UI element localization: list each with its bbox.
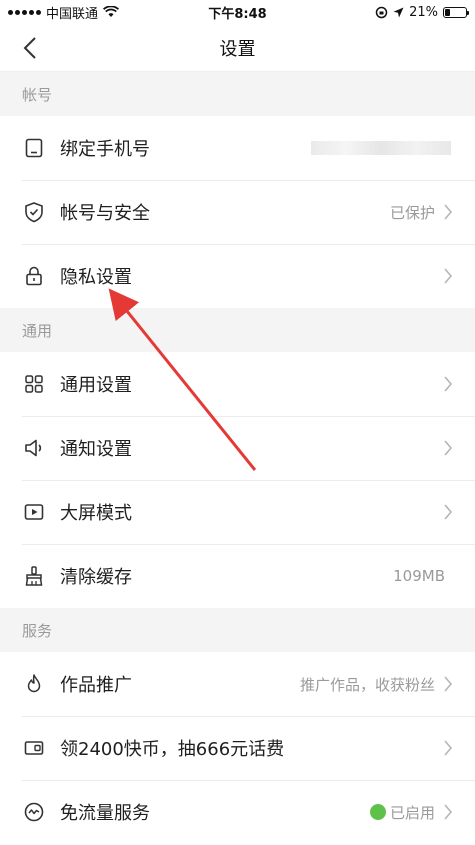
row-label: 大屏模式: [60, 503, 132, 524]
chevron-right-icon: [444, 676, 453, 692]
row-account-security[interactable]: 帐号与安全 已保护: [0, 180, 475, 244]
carrier-label: 中国联通: [46, 6, 99, 22]
battery-percent: 21%: [409, 4, 438, 20]
row-value: 已启用: [389, 803, 435, 822]
row-clear-cache[interactable]: 清除缓存 109MB: [0, 544, 475, 608]
back-button[interactable]: [16, 34, 44, 62]
enabled-dot-icon: [369, 804, 386, 820]
row-value: 推广作品，收获粉丝: [299, 675, 435, 694]
row-label: 隐私设置: [60, 267, 132, 288]
status-left: 中国联通: [8, 3, 120, 22]
row-bind-phone[interactable]: 绑定手机号: [0, 116, 475, 180]
redacted-phone-number: [311, 141, 451, 155]
battery-icon: [443, 6, 469, 18]
wave-icon: [22, 800, 46, 824]
page-title: 设置: [219, 38, 256, 60]
status-bar: 中国联通 下午8:48 21%: [0, 0, 475, 24]
row-label: 通用设置: [60, 375, 132, 396]
section-header-general: 通用: [0, 308, 475, 352]
section-header-services: 服务: [0, 608, 475, 652]
chevron-right-icon: [444, 804, 453, 820]
shield-icon: [22, 200, 46, 224]
row-label: 帐号与安全: [60, 203, 150, 224]
section-header-account: 帐号: [0, 72, 475, 116]
signal-icon: [8, 9, 41, 15]
chevron-right-icon: [444, 204, 453, 220]
chevron-right-icon: [444, 740, 453, 756]
phone-icon: [22, 136, 46, 160]
row-privacy-settings[interactable]: 隐私设置: [0, 244, 475, 308]
nav-bar: 设置: [0, 24, 475, 72]
speaker-icon: [22, 436, 46, 460]
cache-size: 109MB: [393, 567, 445, 585]
chevron-right-icon: [444, 504, 453, 520]
grid-icon: [22, 372, 46, 396]
row-label: 绑定手机号: [60, 139, 150, 160]
row-label: 清除缓存: [60, 567, 132, 588]
row-label: 领2400快币，抽666元话费: [60, 739, 285, 760]
row-coins-promo[interactable]: 领2400快币，抽666元话费: [0, 716, 475, 780]
coupon-icon: [22, 736, 46, 760]
chevron-right-icon: [444, 440, 453, 456]
row-free-data-service[interactable]: 免流量服务 已启用: [0, 780, 475, 844]
row-general-settings[interactable]: 通用设置: [0, 352, 475, 416]
location-icon: [393, 7, 404, 17]
wifi-icon: [103, 6, 120, 17]
row-value: 已保护: [389, 203, 435, 222]
row-label: 作品推广: [60, 675, 132, 696]
lock-icon: [22, 264, 46, 288]
brush-icon: [22, 564, 46, 588]
chevron-right-icon: [444, 268, 453, 284]
row-label: 免流量服务: [60, 803, 150, 824]
back-chevron-icon: [23, 37, 36, 59]
play-icon: [22, 500, 46, 524]
chevron-right-icon: [444, 376, 453, 392]
rotation-lock-icon: [375, 6, 388, 18]
row-notification-settings[interactable]: 通知设置: [0, 416, 475, 480]
status-right: 21%: [375, 4, 469, 20]
row-large-screen-mode[interactable]: 大屏模式: [0, 480, 475, 544]
flame-icon: [22, 672, 46, 696]
row-work-promotion[interactable]: 作品推广 推广作品，收获粉丝: [0, 652, 475, 716]
row-label: 通知设置: [60, 439, 132, 460]
